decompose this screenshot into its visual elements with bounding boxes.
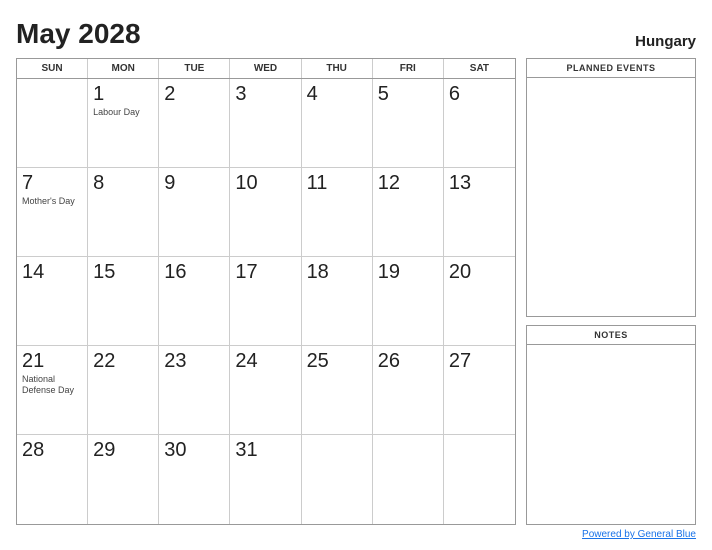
- cal-cell: [302, 435, 373, 524]
- day-number: 18: [307, 261, 367, 283]
- cal-cell: 30: [159, 435, 230, 524]
- main-area: SUNMONTUEWEDTHUFRISAT 1Labour Day234567M…: [16, 58, 696, 525]
- cal-cell: 18: [302, 257, 373, 346]
- day-number: 6: [449, 83, 510, 105]
- header: May 2028 Hungary: [16, 18, 696, 50]
- notes-content: [527, 345, 695, 524]
- cal-cell: 14: [17, 257, 88, 346]
- calendar-page: May 2028 Hungary SUNMONTUEWEDTHUFRISAT 1…: [0, 0, 712, 550]
- holiday-label: National Defense Day: [22, 374, 82, 396]
- cal-cell: 27: [444, 346, 515, 435]
- holiday-label: Labour Day: [93, 107, 153, 118]
- day-header-sat: SAT: [444, 59, 515, 78]
- day-number: 30: [164, 439, 224, 461]
- cal-cell: 6: [444, 79, 515, 168]
- day-number: 3: [235, 83, 295, 105]
- day-number: 23: [164, 350, 224, 372]
- cal-cell: 29: [88, 435, 159, 524]
- day-number: 24: [235, 350, 295, 372]
- cal-cell: [373, 435, 444, 524]
- day-number: 13: [449, 172, 510, 194]
- day-number: 20: [449, 261, 510, 283]
- day-number: 8: [93, 172, 153, 194]
- day-header-wed: WED: [230, 59, 301, 78]
- cal-cell: 12: [373, 168, 444, 257]
- day-header-tue: TUE: [159, 59, 230, 78]
- cal-cell: 4: [302, 79, 373, 168]
- cal-cell: 15: [88, 257, 159, 346]
- cal-cell: 1 Labour Day: [88, 79, 159, 168]
- cal-cell: 16: [159, 257, 230, 346]
- cal-cell: [17, 79, 88, 168]
- cal-cell: 22: [88, 346, 159, 435]
- cal-cell: 8: [88, 168, 159, 257]
- cal-cell: 7 Mother's Day: [17, 168, 88, 257]
- side-section: PLANNED EVENTS NOTES: [526, 58, 696, 525]
- day-number: 27: [449, 350, 510, 372]
- cal-cell: 17: [230, 257, 301, 346]
- cal-cell: 28: [17, 435, 88, 524]
- cal-cell: 21National Defense Day: [17, 346, 88, 435]
- cal-cell: 31: [230, 435, 301, 524]
- day-header-fri: FRI: [373, 59, 444, 78]
- day-number: 2: [164, 83, 224, 105]
- day-header-sun: SUN: [17, 59, 88, 78]
- notes-label: NOTES: [527, 326, 695, 345]
- day-number: 9: [164, 172, 224, 194]
- cal-cell: 10: [230, 168, 301, 257]
- cal-cell: 5: [373, 79, 444, 168]
- holiday-label: Mother's Day: [22, 196, 82, 207]
- cal-cell: 25: [302, 346, 373, 435]
- calendar-section: SUNMONTUEWEDTHUFRISAT 1Labour Day234567M…: [16, 58, 516, 525]
- planned-events-label: PLANNED EVENTS: [527, 59, 695, 78]
- powered-by-link[interactable]: Powered by General Blue: [582, 529, 696, 540]
- cal-cell: 23: [159, 346, 230, 435]
- day-number: 15: [93, 261, 153, 283]
- day-number: 12: [378, 172, 438, 194]
- cal-cell: 26: [373, 346, 444, 435]
- planned-events-box: PLANNED EVENTS: [526, 58, 696, 317]
- cal-cell: 19: [373, 257, 444, 346]
- day-number: 26: [378, 350, 438, 372]
- cal-cell: 20: [444, 257, 515, 346]
- cal-cell: 9: [159, 168, 230, 257]
- day-number: 10: [235, 172, 295, 194]
- day-number: 11: [307, 172, 367, 194]
- day-number: 1: [93, 83, 153, 105]
- cal-cell: 11: [302, 168, 373, 257]
- day-header-thu: THU: [302, 59, 373, 78]
- day-number: 7: [22, 172, 82, 194]
- day-number: 17: [235, 261, 295, 283]
- day-number: 29: [93, 439, 153, 461]
- cal-cell: 13: [444, 168, 515, 257]
- day-number: 4: [307, 83, 367, 105]
- day-number: 16: [164, 261, 224, 283]
- calendar-grid: 1Labour Day234567Mother's Day89101112131…: [17, 79, 515, 524]
- day-number: 14: [22, 261, 82, 283]
- day-number: 25: [307, 350, 367, 372]
- day-number: 21: [22, 350, 82, 372]
- cal-cell: 2: [159, 79, 230, 168]
- day-number: 22: [93, 350, 153, 372]
- day-number: 31: [235, 439, 295, 461]
- month-title: May 2028: [16, 18, 141, 50]
- cal-cell: 24: [230, 346, 301, 435]
- cal-cell: [444, 435, 515, 524]
- country-name: Hungary: [635, 33, 696, 50]
- day-headers: SUNMONTUEWEDTHUFRISAT: [17, 59, 515, 79]
- footer: Powered by General Blue: [16, 529, 696, 540]
- cal-cell: 3: [230, 79, 301, 168]
- notes-box: NOTES: [526, 325, 696, 525]
- day-number: 5: [378, 83, 438, 105]
- day-number: 28: [22, 439, 82, 461]
- day-number: 19: [378, 261, 438, 283]
- planned-events-content: [527, 78, 695, 316]
- day-header-mon: MON: [88, 59, 159, 78]
